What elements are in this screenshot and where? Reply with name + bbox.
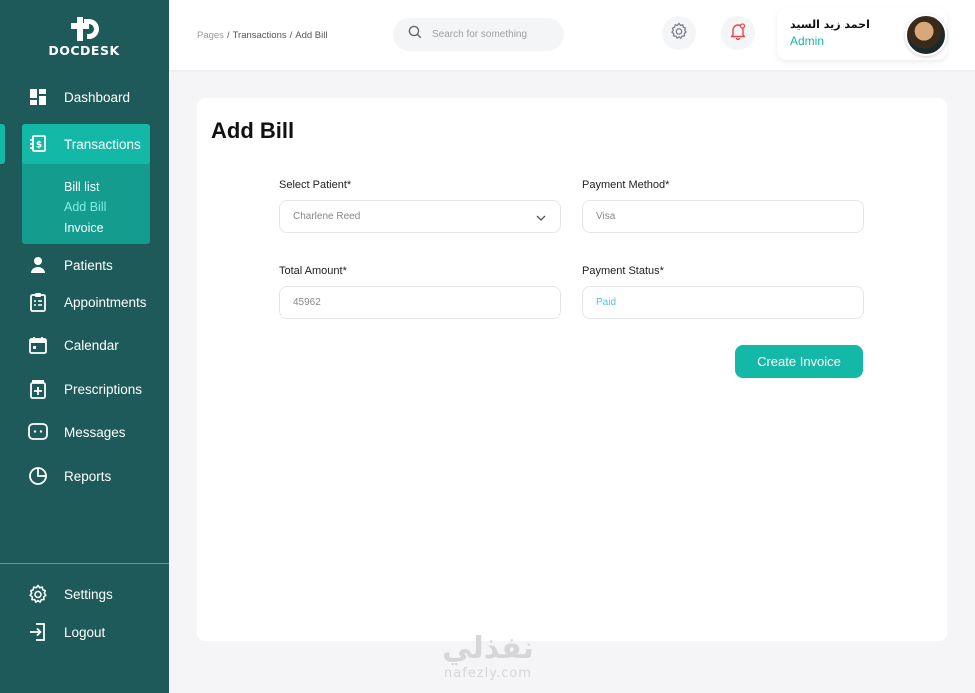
sidebar-item-settings[interactable]: Settings <box>28 583 113 605</box>
search-box <box>393 18 564 51</box>
payment-status-field[interactable]: Paid <box>582 286 864 319</box>
page-title: Add Bill <box>211 118 295 143</box>
submenu-item-invoice[interactable]: Invoice <box>64 221 104 235</box>
sidebar-item-logout[interactable]: Logout <box>28 621 105 643</box>
breadcrumb: Pages / Transactions / Add Bill <box>197 30 327 41</box>
clipboard-icon <box>28 292 48 312</box>
prescription-icon <box>28 379 48 399</box>
payment-method-label: Payment Method* <box>582 179 670 191</box>
top-header: Pages / Transactions / Add Bill احمد زيد… <box>169 0 975 70</box>
brand-name: DOCDESK <box>48 43 120 58</box>
select-patient-label: Select Patient* <box>279 179 352 191</box>
dashboard-icon <box>28 87 48 107</box>
sidebar-item-patients[interactable]: Patients <box>28 254 113 276</box>
sidebar-item-label: Appointments <box>64 294 147 310</box>
sidebar-item-label: Transactions <box>64 136 141 152</box>
submenu-item-add-bill[interactable]: Add Bill <box>64 200 106 214</box>
watermark-arabic: نفذلي <box>442 631 534 666</box>
sidebar-item-label: Patients <box>64 257 113 273</box>
sidebar-item-calendar[interactable]: Calendar <box>28 334 119 356</box>
chevron-down-icon <box>536 213 546 224</box>
avatar[interactable] <box>905 14 947 56</box>
payment-status-value: Paid <box>596 297 617 308</box>
watermark: نفذلي nafezly.com <box>428 631 548 682</box>
sidebar-item-label: Messages <box>64 424 126 440</box>
total-amount-label: Total Amount* <box>279 265 347 277</box>
breadcrumb-current: Add Bill <box>295 30 328 41</box>
sidebar-item-dashboard[interactable]: Dashboard <box>28 86 130 108</box>
sidebar-item-prescriptions[interactable]: Prescriptions <box>28 378 142 400</box>
active-indicator <box>0 124 5 164</box>
message-icon <box>28 422 48 442</box>
select-patient-dropdown[interactable]: Charlene Reed <box>279 200 561 233</box>
breadcrumb-separator: / <box>226 30 230 41</box>
settings-button[interactable] <box>662 16 696 50</box>
sidebar-item-label: Logout <box>64 624 106 640</box>
search-icon <box>408 25 422 44</box>
sidebar-item-label: Reports <box>64 468 112 484</box>
sidebar: DOCDESK Dashboard $ Transactions Bill li… <box>0 0 169 693</box>
sidebar-item-messages[interactable]: Messages <box>28 421 126 443</box>
sidebar-item-label: Calendar <box>64 337 119 353</box>
transactions-submenu: $ Transactions Bill list Add Bill Invoic… <box>22 124 150 244</box>
sidebar-item-reports[interactable]: Reports <box>28 465 111 487</box>
user-icon <box>28 255 48 275</box>
sidebar-divider <box>0 563 169 564</box>
user-role: Admin <box>790 34 825 48</box>
breadcrumb-separator: / <box>289 30 293 41</box>
sidebar-item-label: Prescriptions <box>64 381 143 397</box>
receipt-dollar-icon: $ <box>28 134 48 154</box>
sidebar-item-appointments[interactable]: Appointments <box>28 291 147 313</box>
total-amount-field[interactable]: 45962 <box>279 286 561 319</box>
brand-logo[interactable]: DOCDESK <box>46 16 122 58</box>
sidebar-item-label: Dashboard <box>64 89 131 105</box>
logo-mark-icon <box>71 17 99 41</box>
gear-icon <box>670 22 688 45</box>
svg-text:$: $ <box>36 141 42 151</box>
submenu-item-bill-list[interactable]: Bill list <box>64 180 99 194</box>
create-invoice-button[interactable]: Create Invoice <box>735 345 863 378</box>
user-profile-card[interactable]: احمد زيد السيد Admin <box>777 8 947 60</box>
payment-status-label: Payment Status* <box>582 265 664 277</box>
pie-chart-icon <box>28 466 48 486</box>
breadcrumb-item[interactable]: Pages <box>197 30 224 41</box>
breadcrumb-item[interactable]: Transactions <box>233 30 287 41</box>
payment-method-field[interactable]: Visa <box>582 200 864 233</box>
add-bill-card: Add Bill Select Patient* Charlene Reed P… <box>197 98 947 641</box>
calendar-icon <box>28 335 48 355</box>
select-patient-value: Charlene Reed <box>293 211 361 222</box>
user-name: احمد زيد السيد <box>790 18 870 31</box>
payment-method-value: Visa <box>596 211 616 222</box>
search-input[interactable] <box>432 29 552 40</box>
watermark-latin: nafezly.com <box>444 666 532 681</box>
logout-icon <box>28 622 48 642</box>
gear-icon <box>28 584 48 604</box>
sidebar-item-transactions[interactable]: $ Transactions <box>22 124 150 164</box>
sidebar-item-label: Settings <box>64 586 113 602</box>
total-amount-value: 45962 <box>293 297 321 308</box>
bell-icon <box>729 22 747 45</box>
notifications-button[interactable] <box>721 16 755 50</box>
